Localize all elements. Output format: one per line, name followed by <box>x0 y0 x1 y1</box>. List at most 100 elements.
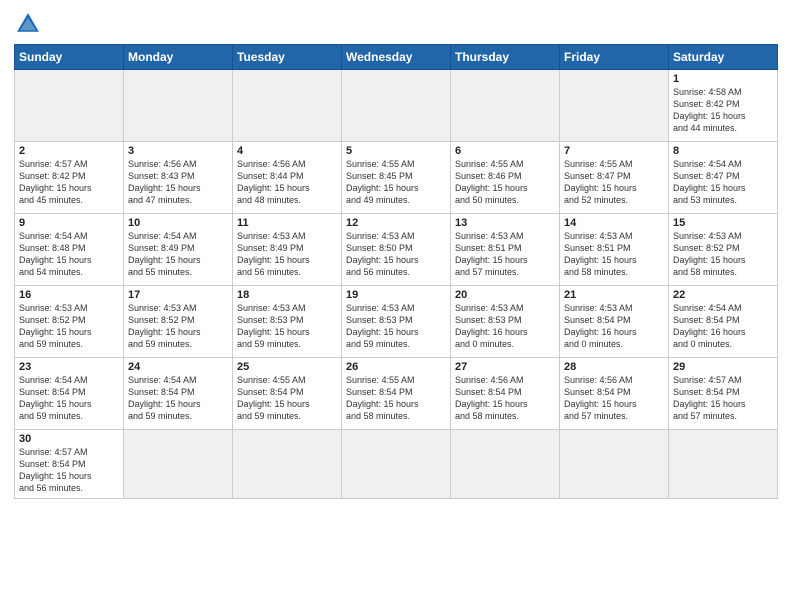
calendar-cell: 12Sunrise: 4:53 AM Sunset: 8:50 PM Dayli… <box>342 214 451 286</box>
calendar-cell: 17Sunrise: 4:53 AM Sunset: 8:52 PM Dayli… <box>124 286 233 358</box>
day-number: 4 <box>237 145 337 157</box>
calendar-cell: 30Sunrise: 4:57 AM Sunset: 8:54 PM Dayli… <box>15 430 124 499</box>
day-number: 24 <box>128 361 228 373</box>
day-info: Sunrise: 4:54 AM Sunset: 8:54 PM Dayligh… <box>19 374 119 423</box>
calendar-week-row: 23Sunrise: 4:54 AM Sunset: 8:54 PM Dayli… <box>15 358 778 430</box>
calendar-week-row: 1Sunrise: 4:58 AM Sunset: 8:42 PM Daylig… <box>15 70 778 142</box>
day-number: 28 <box>564 361 664 373</box>
day-number: 20 <box>455 289 555 301</box>
calendar-cell: 13Sunrise: 4:53 AM Sunset: 8:51 PM Dayli… <box>451 214 560 286</box>
day-info: Sunrise: 4:57 AM Sunset: 8:54 PM Dayligh… <box>19 446 119 495</box>
calendar-cell: 4Sunrise: 4:56 AM Sunset: 8:44 PM Daylig… <box>233 142 342 214</box>
day-number: 9 <box>19 217 119 229</box>
calendar-cell <box>124 70 233 142</box>
calendar-cell: 6Sunrise: 4:55 AM Sunset: 8:46 PM Daylig… <box>451 142 560 214</box>
calendar-cell <box>233 430 342 499</box>
day-info: Sunrise: 4:55 AM Sunset: 8:46 PM Dayligh… <box>455 158 555 207</box>
weekday-header-wednesday: Wednesday <box>342 45 451 70</box>
calendar-cell: 2Sunrise: 4:57 AM Sunset: 8:42 PM Daylig… <box>15 142 124 214</box>
calendar-cell: 7Sunrise: 4:55 AM Sunset: 8:47 PM Daylig… <box>560 142 669 214</box>
day-number: 2 <box>19 145 119 157</box>
day-number: 8 <box>673 145 773 157</box>
calendar-cell: 24Sunrise: 4:54 AM Sunset: 8:54 PM Dayli… <box>124 358 233 430</box>
calendar-cell <box>669 430 778 499</box>
day-number: 12 <box>346 217 446 229</box>
day-number: 25 <box>237 361 337 373</box>
calendar-cell: 23Sunrise: 4:54 AM Sunset: 8:54 PM Dayli… <box>15 358 124 430</box>
calendar-week-row: 9Sunrise: 4:54 AM Sunset: 8:48 PM Daylig… <box>15 214 778 286</box>
day-number: 16 <box>19 289 119 301</box>
day-number: 13 <box>455 217 555 229</box>
day-number: 19 <box>346 289 446 301</box>
day-number: 18 <box>237 289 337 301</box>
calendar-cell: 27Sunrise: 4:56 AM Sunset: 8:54 PM Dayli… <box>451 358 560 430</box>
day-info: Sunrise: 4:57 AM Sunset: 8:54 PM Dayligh… <box>673 374 773 423</box>
day-info: Sunrise: 4:56 AM Sunset: 8:54 PM Dayligh… <box>455 374 555 423</box>
day-info: Sunrise: 4:53 AM Sunset: 8:54 PM Dayligh… <box>564 302 664 351</box>
calendar-cell: 9Sunrise: 4:54 AM Sunset: 8:48 PM Daylig… <box>15 214 124 286</box>
calendar-cell: 20Sunrise: 4:53 AM Sunset: 8:53 PM Dayli… <box>451 286 560 358</box>
weekday-header-monday: Monday <box>124 45 233 70</box>
day-info: Sunrise: 4:53 AM Sunset: 8:52 PM Dayligh… <box>128 302 228 351</box>
day-info: Sunrise: 4:56 AM Sunset: 8:54 PM Dayligh… <box>564 374 664 423</box>
weekday-header-row: SundayMondayTuesdayWednesdayThursdayFrid… <box>15 45 778 70</box>
page: SundayMondayTuesdayWednesdayThursdayFrid… <box>0 0 792 612</box>
calendar-cell <box>560 430 669 499</box>
day-info: Sunrise: 4:53 AM Sunset: 8:52 PM Dayligh… <box>19 302 119 351</box>
day-number: 17 <box>128 289 228 301</box>
calendar-cell <box>342 70 451 142</box>
calendar-cell: 5Sunrise: 4:55 AM Sunset: 8:45 PM Daylig… <box>342 142 451 214</box>
calendar-cell <box>342 430 451 499</box>
calendar-cell: 8Sunrise: 4:54 AM Sunset: 8:47 PM Daylig… <box>669 142 778 214</box>
calendar-cell: 25Sunrise: 4:55 AM Sunset: 8:54 PM Dayli… <box>233 358 342 430</box>
calendar-week-row: 16Sunrise: 4:53 AM Sunset: 8:52 PM Dayli… <box>15 286 778 358</box>
calendar-cell: 29Sunrise: 4:57 AM Sunset: 8:54 PM Dayli… <box>669 358 778 430</box>
day-number: 27 <box>455 361 555 373</box>
day-info: Sunrise: 4:54 AM Sunset: 8:48 PM Dayligh… <box>19 230 119 279</box>
calendar: SundayMondayTuesdayWednesdayThursdayFrid… <box>14 44 778 499</box>
day-info: Sunrise: 4:56 AM Sunset: 8:44 PM Dayligh… <box>237 158 337 207</box>
logo <box>14 10 46 38</box>
calendar-cell: 28Sunrise: 4:56 AM Sunset: 8:54 PM Dayli… <box>560 358 669 430</box>
calendar-cell: 11Sunrise: 4:53 AM Sunset: 8:49 PM Dayli… <box>233 214 342 286</box>
day-number: 1 <box>673 73 773 85</box>
calendar-cell: 15Sunrise: 4:53 AM Sunset: 8:52 PM Dayli… <box>669 214 778 286</box>
day-number: 14 <box>564 217 664 229</box>
calendar-cell: 19Sunrise: 4:53 AM Sunset: 8:53 PM Dayli… <box>342 286 451 358</box>
day-number: 6 <box>455 145 555 157</box>
day-info: Sunrise: 4:54 AM Sunset: 8:54 PM Dayligh… <box>673 302 773 351</box>
day-number: 23 <box>19 361 119 373</box>
day-number: 26 <box>346 361 446 373</box>
calendar-cell <box>451 430 560 499</box>
day-number: 29 <box>673 361 773 373</box>
calendar-cell: 10Sunrise: 4:54 AM Sunset: 8:49 PM Dayli… <box>124 214 233 286</box>
calendar-cell: 14Sunrise: 4:53 AM Sunset: 8:51 PM Dayli… <box>560 214 669 286</box>
day-number: 30 <box>19 433 119 445</box>
day-info: Sunrise: 4:55 AM Sunset: 8:54 PM Dayligh… <box>346 374 446 423</box>
day-info: Sunrise: 4:53 AM Sunset: 8:51 PM Dayligh… <box>455 230 555 279</box>
day-info: Sunrise: 4:53 AM Sunset: 8:51 PM Dayligh… <box>564 230 664 279</box>
calendar-cell <box>124 430 233 499</box>
day-info: Sunrise: 4:53 AM Sunset: 8:50 PM Dayligh… <box>346 230 446 279</box>
calendar-week-row: 30Sunrise: 4:57 AM Sunset: 8:54 PM Dayli… <box>15 430 778 499</box>
day-number: 22 <box>673 289 773 301</box>
day-number: 10 <box>128 217 228 229</box>
day-info: Sunrise: 4:54 AM Sunset: 8:49 PM Dayligh… <box>128 230 228 279</box>
weekday-header-friday: Friday <box>560 45 669 70</box>
calendar-cell: 21Sunrise: 4:53 AM Sunset: 8:54 PM Dayli… <box>560 286 669 358</box>
day-info: Sunrise: 4:53 AM Sunset: 8:53 PM Dayligh… <box>237 302 337 351</box>
calendar-cell: 3Sunrise: 4:56 AM Sunset: 8:43 PM Daylig… <box>124 142 233 214</box>
day-number: 21 <box>564 289 664 301</box>
day-info: Sunrise: 4:55 AM Sunset: 8:54 PM Dayligh… <box>237 374 337 423</box>
logo-icon <box>14 10 42 38</box>
day-info: Sunrise: 4:54 AM Sunset: 8:54 PM Dayligh… <box>128 374 228 423</box>
calendar-cell <box>560 70 669 142</box>
calendar-cell: 1Sunrise: 4:58 AM Sunset: 8:42 PM Daylig… <box>669 70 778 142</box>
day-info: Sunrise: 4:53 AM Sunset: 8:49 PM Dayligh… <box>237 230 337 279</box>
calendar-cell <box>233 70 342 142</box>
day-number: 7 <box>564 145 664 157</box>
day-number: 15 <box>673 217 773 229</box>
day-info: Sunrise: 4:58 AM Sunset: 8:42 PM Dayligh… <box>673 86 773 135</box>
day-info: Sunrise: 4:53 AM Sunset: 8:53 PM Dayligh… <box>455 302 555 351</box>
header <box>14 10 778 38</box>
